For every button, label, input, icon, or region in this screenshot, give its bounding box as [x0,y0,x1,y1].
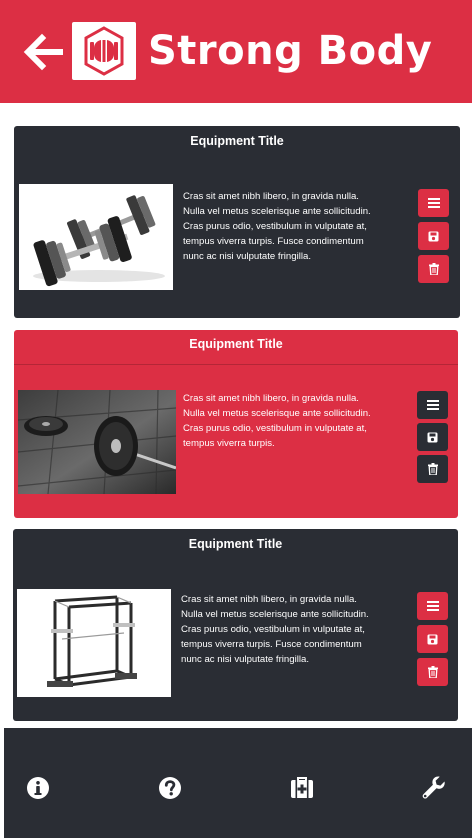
info-icon [27,777,49,799]
equipment-title: Equipment Title [189,337,283,351]
delete-button[interactable] [417,658,448,686]
settings-button[interactable] [418,772,450,804]
trash-icon [427,463,438,475]
help-icon [159,777,181,799]
help-button[interactable] [154,772,186,804]
first-aid-icon [291,777,313,798]
menu-button[interactable] [417,592,448,620]
equipment-title: Equipment Title [190,134,284,148]
strong-body-logo-icon [84,26,124,76]
info-button[interactable] [22,772,54,804]
app-screen: Strong Body Equipment Title Cras sit ame… [0,0,472,838]
app-logo [72,22,136,80]
save-icon [427,432,438,442]
dumbbells-image [19,184,173,290]
trash-icon [428,263,439,275]
barbell-image [18,390,176,494]
equipment-image-barbell [18,390,176,494]
trash-icon [427,666,438,678]
arrow-left-icon [23,33,63,71]
equipment-description: Cras sit amet nibh libero, in gravida nu… [183,191,371,262]
save-button[interactable] [418,222,449,250]
menu-button[interactable] [417,391,448,419]
equipment-title: Equipment Title [188,537,283,551]
menu-button[interactable] [418,189,449,217]
equipment-card: Equipment Title Cras sit amet nibh liber… [14,330,458,518]
first-aid-button[interactable] [286,772,318,804]
delete-button[interactable] [417,455,448,483]
app-title: Strong Body [148,28,433,74]
back-button[interactable] [22,32,66,72]
menu-icon [426,601,439,611]
save-button[interactable] [417,423,448,451]
app-header: Strong Body [0,0,472,103]
bottom-nav [4,728,472,838]
delete-button[interactable] [418,255,449,283]
save-icon [427,634,438,644]
equipment-image-dumbbells [19,184,173,290]
equipment-card: Equipment Title Cras sit amet nibh liber… [13,529,458,721]
menu-icon [427,198,440,208]
equipment-description: Cras sit amet nibh libero, in gravida nu… [183,393,371,449]
save-button[interactable] [417,625,448,653]
equipment-image-squat-rack [17,589,171,697]
squat-rack-image [17,589,171,697]
equipment-description: Cras sit amet nibh libero, in gravida nu… [181,594,369,665]
wrench-icon [422,776,445,799]
menu-icon [426,400,439,410]
save-icon [428,231,439,241]
equipment-card: Equipment Title Cras sit amet nibh liber… [14,126,460,318]
